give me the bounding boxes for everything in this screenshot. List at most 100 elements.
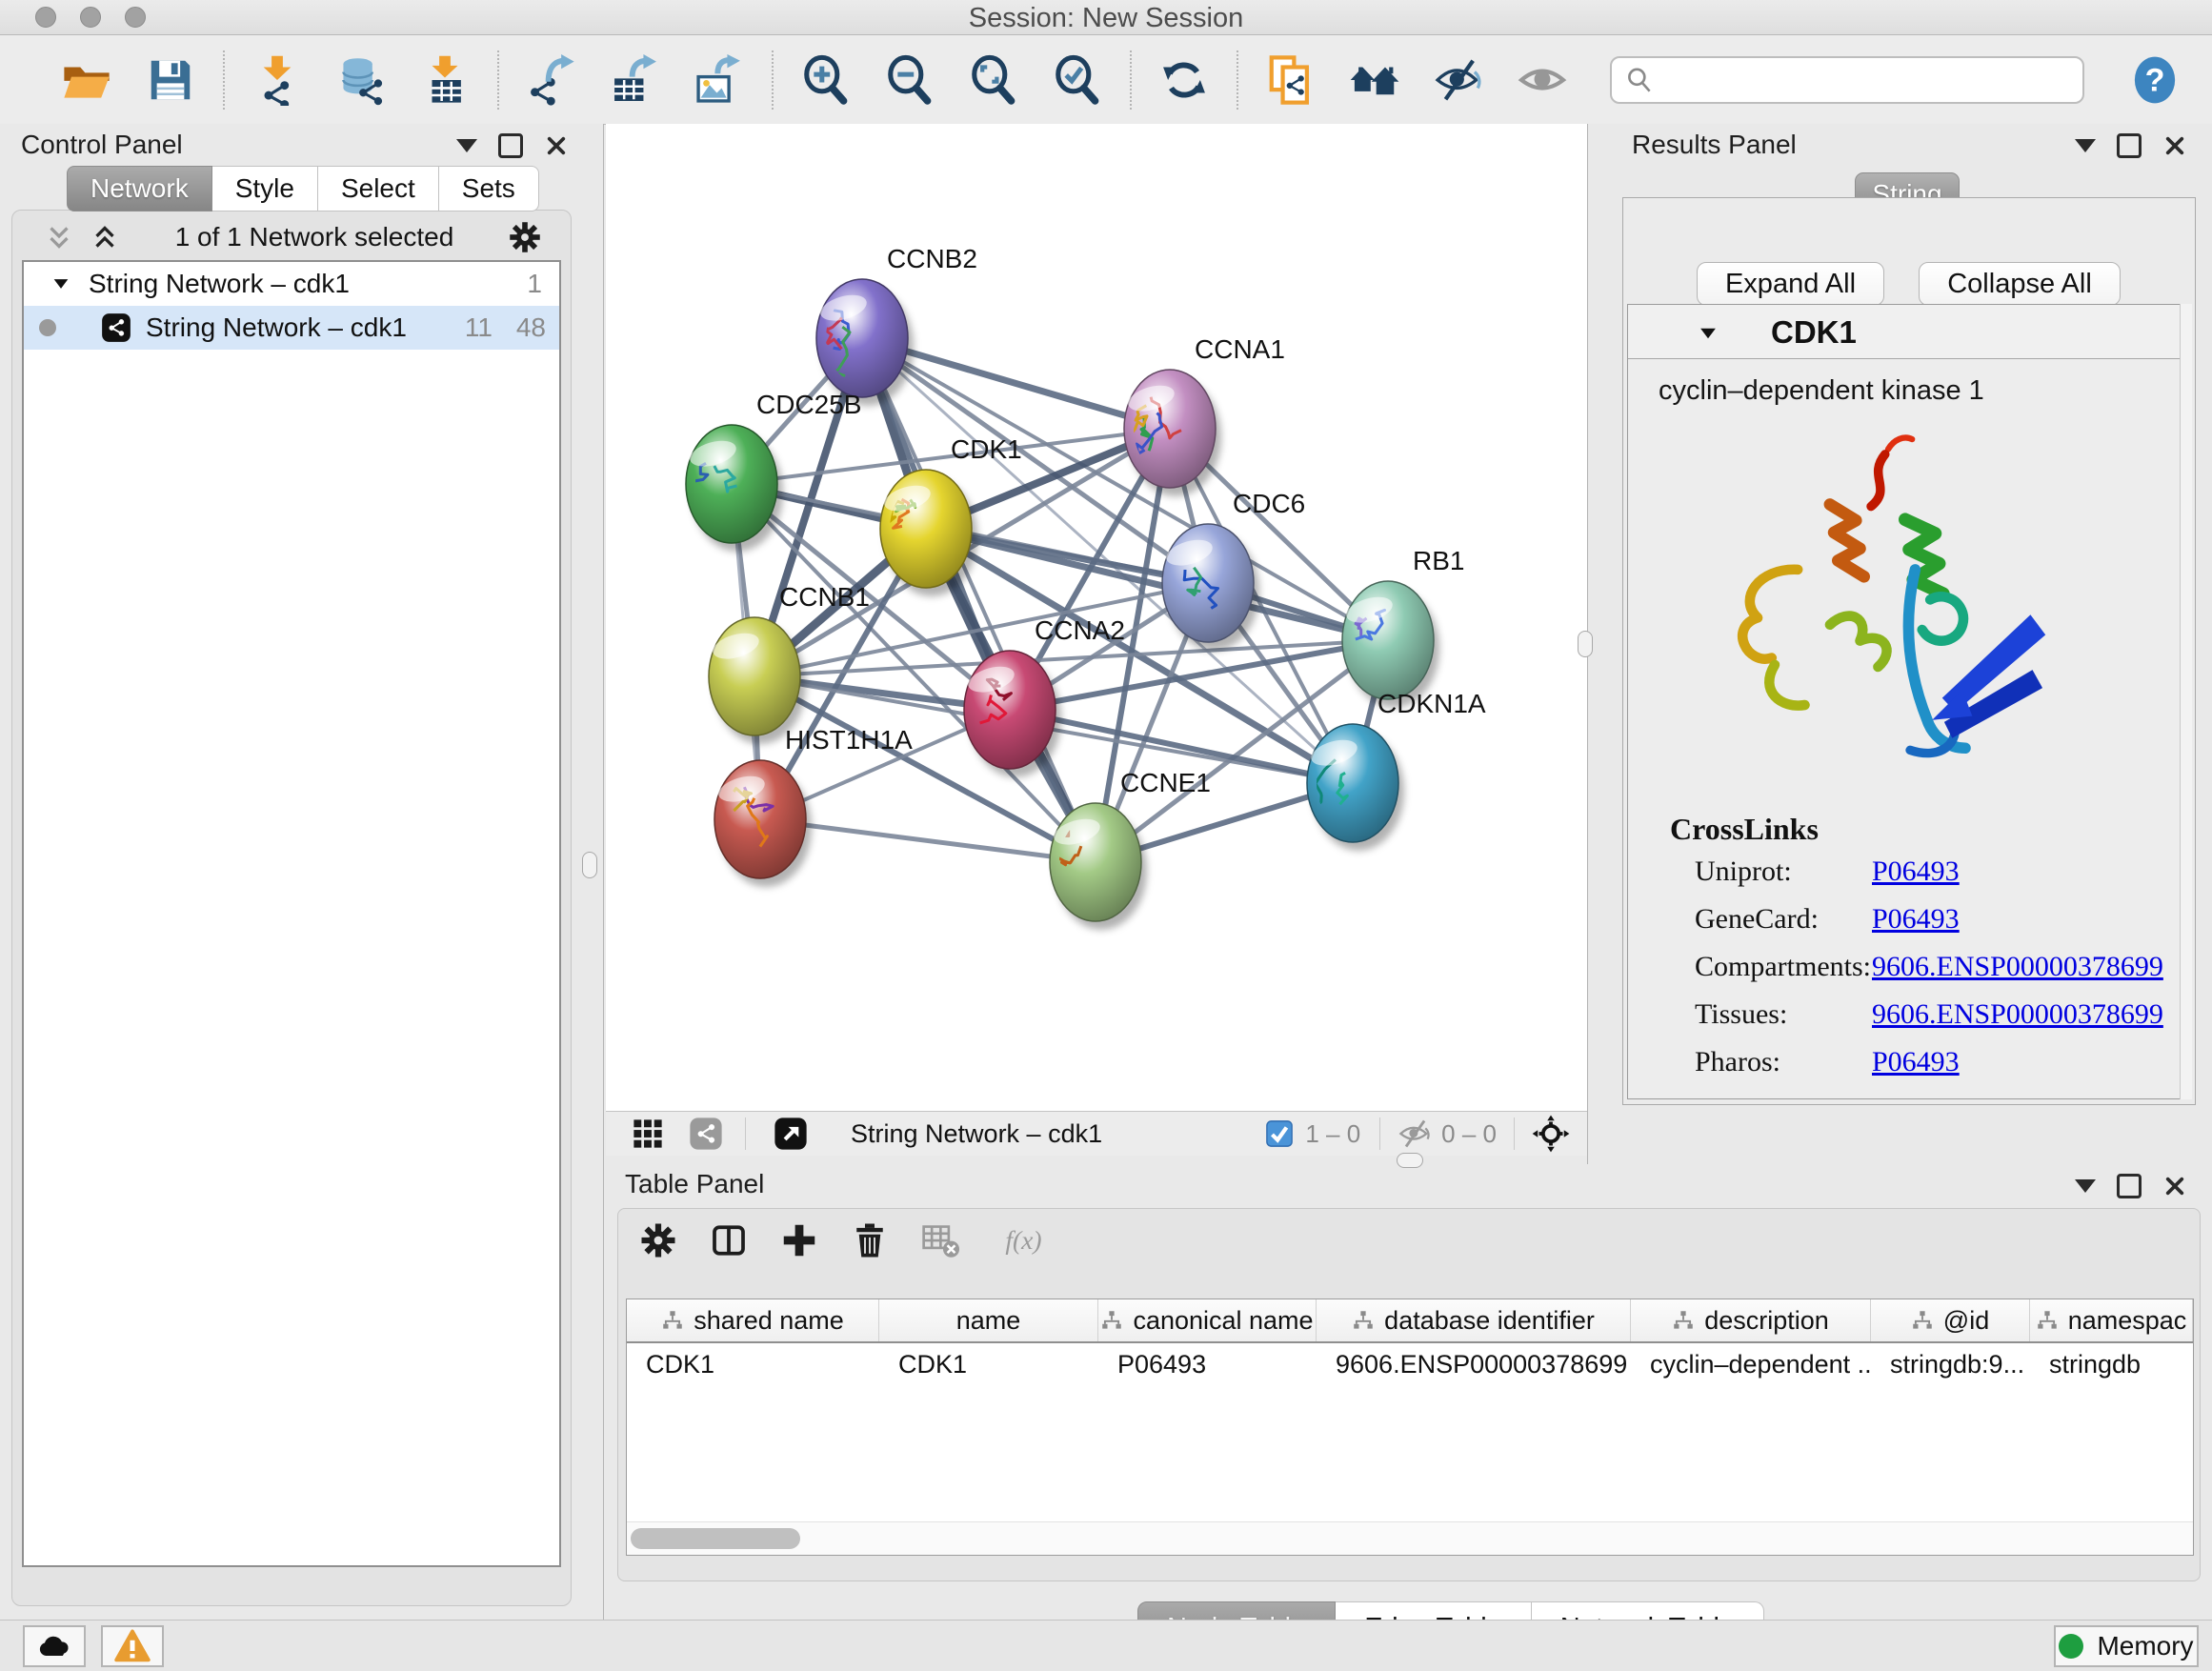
network-node-CCNB2[interactable]: CCNB2 <box>816 244 977 406</box>
bottom-splitter-handle[interactable] <box>1397 1153 1423 1168</box>
collapse-all-button[interactable]: Collapse All <box>1919 262 2121 306</box>
save-session-button[interactable] <box>143 52 198 108</box>
scrollbar-thumb[interactable] <box>631 1528 800 1549</box>
control-panel-collapse-icon[interactable] <box>456 139 477 152</box>
hide-selected-button[interactable] <box>1431 52 1486 108</box>
network-node-CDKN1A[interactable]: CDKN1A <box>1307 689 1486 851</box>
control-panel-float-icon[interactable] <box>498 133 523 158</box>
table-panel-collapse-icon[interactable] <box>2075 1179 2096 1193</box>
tab-network[interactable]: Network <box>67 166 212 211</box>
network-node-CDC6[interactable]: CDC6 <box>1162 489 1305 651</box>
results-panel-float-icon[interactable] <box>2117 133 2142 158</box>
cloud-status-button[interactable] <box>23 1625 86 1667</box>
results-panel-close-icon[interactable] <box>2162 133 2187 158</box>
homes-icon <box>1349 54 1400 106</box>
crosslink-link[interactable]: 9606.ENSP00000378699 <box>1872 998 2163 1031</box>
network-row[interactable]: String Network – cdk1 11 48 <box>24 306 559 350</box>
control-panel-title: Control Panel <box>21 130 183 160</box>
network-node-CCNA1[interactable]: CCNA1 <box>1124 334 1285 496</box>
results-panel-title: Results Panel <box>1632 130 1797 160</box>
warnings-button[interactable] <box>101 1625 164 1667</box>
tab-select[interactable]: Select <box>318 166 439 211</box>
memory-button[interactable]: Memory <box>2054 1625 2199 1667</box>
crosslink-link[interactable]: P06493 <box>1872 1046 1960 1078</box>
left-splitter-handle[interactable] <box>582 852 597 878</box>
network-collection-row[interactable]: String Network – cdk1 1 <box>24 262 559 306</box>
zoom-in-button[interactable] <box>798 52 854 108</box>
control-panel-close-icon[interactable] <box>544 133 569 158</box>
tab-style[interactable]: Style <box>212 166 318 211</box>
help-button[interactable] <box>2130 53 2180 107</box>
export-image-button[interactable] <box>692 52 747 108</box>
expand-all-networks-icon[interactable] <box>43 221 75 253</box>
toolbar-group-0 <box>34 52 223 108</box>
crosshair-icon[interactable] <box>1532 1115 1570 1153</box>
zoom-fit-button[interactable] <box>966 52 1021 108</box>
crosslink-link[interactable]: P06493 <box>1872 856 1960 888</box>
network-node-RB1[interactable]: RB1 <box>1342 546 1464 708</box>
node-table[interactable]: shared namenamecanonical namedatabase id… <box>626 1299 2194 1556</box>
network-node-CCNA2[interactable]: CCNA2 <box>964 615 1125 777</box>
network-node-CCNB1[interactable]: CCNB1 <box>709 582 870 744</box>
collection-expander-icon[interactable] <box>49 272 73 296</box>
search-input[interactable] <box>1663 60 2082 100</box>
node-details-caret-icon[interactable] <box>1695 320 1721 347</box>
zoom-selected-button[interactable] <box>1050 52 1105 108</box>
zoom-out-button[interactable] <box>882 52 937 108</box>
birds-eye-grid-icon[interactable] <box>631 1117 665 1151</box>
refresh-network-button[interactable] <box>1156 52 1212 108</box>
column-header-databaseidentifier[interactable]: database identifier <box>1317 1299 1631 1341</box>
results-panel-collapse-icon[interactable] <box>2075 139 2096 152</box>
table-options-gear-icon[interactable] <box>639 1221 677 1259</box>
import-network-button[interactable] <box>250 52 305 108</box>
show-columns-icon[interactable] <box>710 1221 748 1259</box>
column-header-namespac[interactable]: namespac <box>2030 1299 2193 1341</box>
table-horizontal-scrollbar[interactable] <box>627 1521 2193 1555</box>
export-network-button[interactable] <box>524 52 579 108</box>
function-builder-icon[interactable] <box>994 1220 1055 1260</box>
network-node-HIST1H1A[interactable]: HIST1H1A <box>714 725 913 887</box>
import-network-from-database-button[interactable] <box>333 52 389 108</box>
search-box[interactable] <box>1610 56 2084 104</box>
column-header-sharedname[interactable]: shared name <box>627 1299 879 1341</box>
network-canvas[interactable]: CCNB2CCNA1CDC25BCDK1CDC6RB1CCNB1CCNA2CDK… <box>606 124 1587 1111</box>
duplicate-network-button[interactable] <box>1263 52 1318 108</box>
column-header-canonicalname[interactable]: canonical name <box>1098 1299 1317 1341</box>
crosslink-link[interactable]: P06493 <box>1872 903 1960 936</box>
delete-column-trash-icon[interactable] <box>851 1221 889 1259</box>
open-session-button[interactable] <box>59 52 114 108</box>
node-details-header[interactable]: CDK1 <box>1628 305 2182 359</box>
string-home-button[interactable] <box>1347 52 1402 108</box>
column-header-id[interactable]: @id <box>1871 1299 2030 1341</box>
selected-checkbox-icon[interactable] <box>1265 1119 1294 1148</box>
node-label-CDC25B: CDC25B <box>756 390 861 419</box>
crosslink-label: Uniprot: <box>1695 856 1792 888</box>
show-all-button[interactable] <box>1515 52 1570 108</box>
network-edge[interactable] <box>862 338 1096 862</box>
collection-label: String Network – cdk1 <box>89 269 350 299</box>
duplicate-network-icon <box>1265 54 1317 106</box>
table-panel-float-icon[interactable] <box>2117 1174 2142 1198</box>
open-in-new-icon[interactable] <box>773 1116 809 1152</box>
node-label-CCNB2: CCNB2 <box>887 244 977 273</box>
create-column-plus-icon[interactable] <box>780 1221 818 1259</box>
crosslink-link[interactable]: 9606.ENSP00000378699 <box>1872 951 2163 983</box>
delete-table-icon[interactable] <box>921 1220 961 1260</box>
hidden-eye-slash-icon[interactable] <box>1398 1117 1432 1151</box>
tab-sets[interactable]: Sets <box>439 166 539 211</box>
import-table-button[interactable] <box>417 52 473 108</box>
results-scrollbar[interactable] <box>2180 304 2192 1099</box>
column-header-name[interactable]: name <box>879 1299 1098 1341</box>
network-graph[interactable]: CCNB2CCNA1CDC25BCDK1CDC6RB1CCNB1CCNA2CDK… <box>606 124 1587 1111</box>
crosslink-label: Tissues: <box>1695 998 1787 1031</box>
expand-all-button[interactable]: Expand All <box>1697 262 1884 306</box>
network-options-gear-icon[interactable] <box>508 220 542 254</box>
network-share-icon[interactable] <box>688 1116 724 1152</box>
collapse-all-networks-icon[interactable] <box>89 221 121 253</box>
memory-status-dot <box>2059 1634 2083 1659</box>
table-row[interactable]: CDK1CDK1P064939606.ENSP00000378699cyclin… <box>627 1343 2193 1385</box>
export-table-button[interactable] <box>608 52 663 108</box>
column-header-description[interactable]: description <box>1631 1299 1871 1341</box>
right-splitter-handle[interactable] <box>1578 631 1593 657</box>
table-panel-close-icon[interactable] <box>2162 1174 2187 1198</box>
